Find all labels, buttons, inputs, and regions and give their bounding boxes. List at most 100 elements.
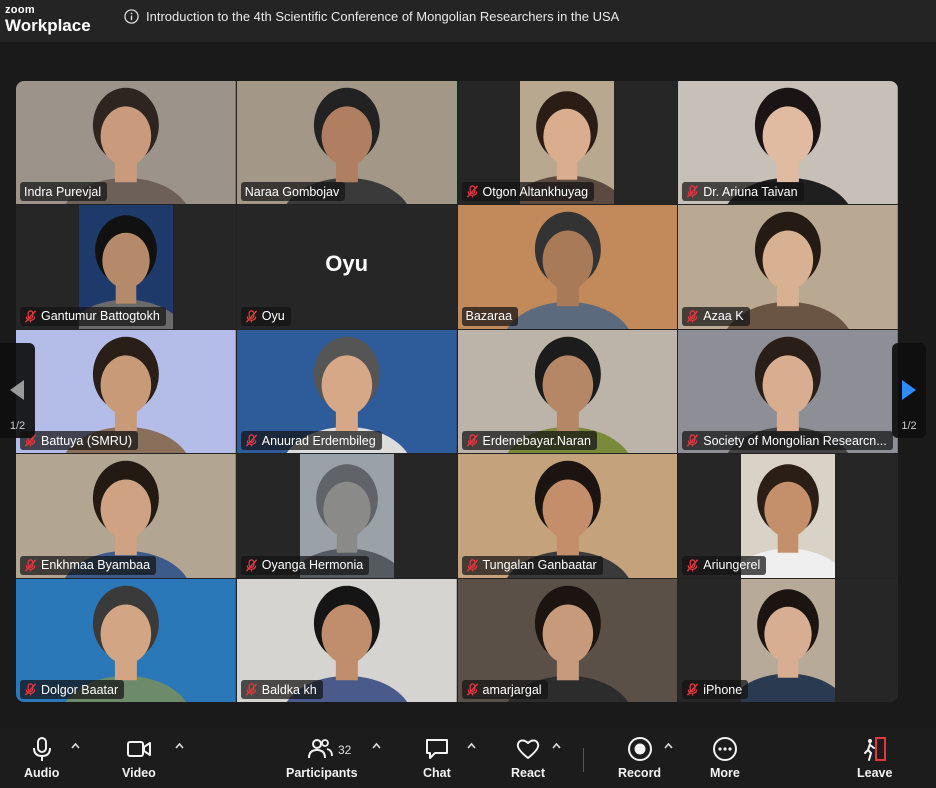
participant-name-tag: Indra Purevjal	[20, 182, 108, 202]
gallery-grid: Indra Purevjal Naraa Gombojav Otgon Altank…	[16, 81, 898, 702]
participant-name-tag: Bazaraa	[461, 306, 519, 326]
video-tile[interactable]: iPhone	[678, 578, 898, 702]
heart-icon	[516, 739, 540, 759]
chat-bubble-icon	[425, 739, 448, 759]
record-label: Record	[618, 766, 662, 780]
audio-button[interactable]: Audio	[24, 736, 59, 780]
video-tile[interactable]: Indra Purevjal	[16, 81, 236, 205]
participant-name: Dr. Ariuna Taivan	[703, 184, 798, 199]
video-tile[interactable]: Anuurad Erdembileg	[236, 329, 457, 454]
video-options-caret-icon[interactable]	[175, 742, 184, 749]
leave-label: Leave	[857, 766, 893, 780]
chat-button[interactable]: Chat	[423, 736, 451, 780]
participant-name: Society of Mongolian Researcn...	[703, 433, 887, 448]
record-options-caret-icon[interactable]	[664, 742, 673, 749]
mic-muted-icon	[466, 558, 478, 572]
video-tile[interactable]: Oyu Oyu	[236, 205, 457, 329]
next-page-button[interactable]: 1/2	[892, 343, 926, 438]
more-label: More	[710, 766, 740, 780]
video-tile[interactable]: Baldka kh	[236, 578, 457, 702]
chat-label: Chat	[423, 766, 451, 780]
participant-name-tag: Erdenebayar.Naran	[461, 431, 597, 451]
participant-name-tag: Tungalan Ganbaatar	[461, 555, 603, 575]
record-button[interactable]: Record	[618, 736, 661, 780]
participant-name: Anuurad Erdembileg	[261, 433, 376, 448]
participant-name-tag: Dolgor Baatar	[20, 680, 125, 699]
participant-name: Baldka kh	[261, 682, 317, 697]
participant-name-tag: Anuurad Erdembileg	[240, 431, 382, 451]
mic-muted-icon	[466, 434, 478, 447]
info-icon[interactable]	[124, 8, 139, 24]
participant-name: Tungalan Ganbaatar	[482, 558, 597, 573]
participant-name: Battuya (SMRU)	[41, 433, 132, 448]
chat-options-caret-icon[interactable]	[467, 742, 476, 749]
react-label: React	[511, 766, 546, 780]
video-tile[interactable]: amarjargal	[457, 578, 678, 702]
mic-muted-icon	[687, 434, 699, 447]
video-tile[interactable]: Bazaraa	[457, 205, 678, 329]
title-bar: zoom Workplace Introduction to the 4th S…	[0, 0, 936, 42]
video-tile[interactable]: Dr. Ariuna Taivan	[678, 81, 898, 205]
video-tile[interactable]: Enkhmaa Byambaa	[16, 454, 236, 578]
logo-top: zoom	[5, 4, 35, 16]
mic-muted-icon	[687, 310, 699, 323]
video-tile[interactable]: Gantumur Battogtokh	[16, 205, 236, 329]
mic-muted-icon	[687, 185, 699, 198]
video-tile[interactable]: Erdenebayar.Naran	[457, 329, 678, 454]
participant-name: iPhone	[703, 682, 743, 697]
mic-muted-icon	[245, 558, 257, 572]
participant-name-tag: Otgon Altankhuyag	[461, 182, 595, 202]
video-button[interactable]: Video	[122, 736, 156, 780]
participant-name: Azaa K	[703, 309, 744, 324]
participants-options-caret-icon[interactable]	[372, 742, 381, 749]
video-tile[interactable]: Oyanga Hermonia	[236, 454, 457, 578]
mic-muted-icon	[245, 310, 257, 323]
participant-name: Ariungerel	[703, 558, 761, 573]
participant-name-tag: Azaa K	[682, 306, 750, 326]
video-tile[interactable]: Ariungerel	[678, 454, 898, 578]
previous-page-button[interactable]: 1/2	[0, 343, 35, 438]
video-tile[interactable]: Society of Mongolian Researcn...	[678, 329, 898, 454]
participant-name-tag: iPhone	[682, 680, 749, 699]
participant-name: Otgon Altankhuyag	[482, 184, 589, 199]
participant-name: Naraa Gombojav	[244, 184, 340, 199]
participant-name-tag: Gantumur Battogtokh	[20, 306, 166, 326]
video-camera-icon	[126, 741, 151, 757]
leave-door-icon	[863, 737, 886, 761]
participant-name-tag: Society of Mongolian Researcn...	[682, 431, 893, 451]
video-tile[interactable]: Azaa K	[678, 205, 898, 329]
more-button[interactable]: More	[710, 736, 740, 780]
page-indicator-right: 1/2	[901, 420, 917, 432]
participant-name: Bazaraa	[465, 309, 513, 324]
meeting-info[interactable]: Introduction to the 4th Scientific Confe…	[124, 7, 619, 25]
video-tile[interactable]: Tungalan Ganbaatar	[457, 454, 678, 578]
meeting-title: Introduction to the 4th Scientific Confe…	[146, 8, 620, 24]
participant-name-tag: Enkhmaa Byambaa	[20, 555, 157, 575]
video-tile[interactable]: Dolgor Baatar	[16, 578, 236, 702]
participant-name: Gantumur Battogtokh	[41, 309, 160, 324]
meeting-toolbar: Audio Video Participants 32 Chat React R…	[0, 728, 936, 788]
record-icon	[627, 737, 652, 761]
participant-name: Dolgor Baatar	[41, 682, 119, 697]
page-indicator-left: 1/2	[9, 420, 26, 432]
video-tile[interactable]: Naraa Gombojav	[236, 81, 457, 205]
react-options-caret-icon[interactable]	[552, 742, 561, 749]
leave-button[interactable]: Leave	[857, 736, 892, 780]
react-button[interactable]: React	[511, 736, 545, 780]
video-tile[interactable]: Battuya (SMRU)	[16, 329, 236, 454]
chevron-left-icon	[10, 380, 24, 400]
mic-muted-icon	[466, 185, 478, 198]
chevron-right-icon	[902, 380, 916, 400]
participants-icon	[308, 739, 333, 759]
participant-name-tag: Ariungerel	[682, 555, 767, 575]
audio-options-caret-icon[interactable]	[71, 742, 80, 749]
mic-muted-icon	[466, 683, 478, 696]
mic-muted-icon	[687, 683, 699, 696]
participant-name-tag: amarjargal	[461, 680, 548, 699]
participant-video	[741, 578, 836, 702]
zoom-logo: zoom Workplace	[5, 4, 91, 35]
video-tile[interactable]: Otgon Altankhuyag	[457, 81, 678, 205]
participant-name: Oyanga Hermonia	[261, 558, 364, 573]
participant-name: Erdenebayar.Naran	[482, 433, 591, 448]
logo-bottom: Workplace	[5, 16, 91, 35]
